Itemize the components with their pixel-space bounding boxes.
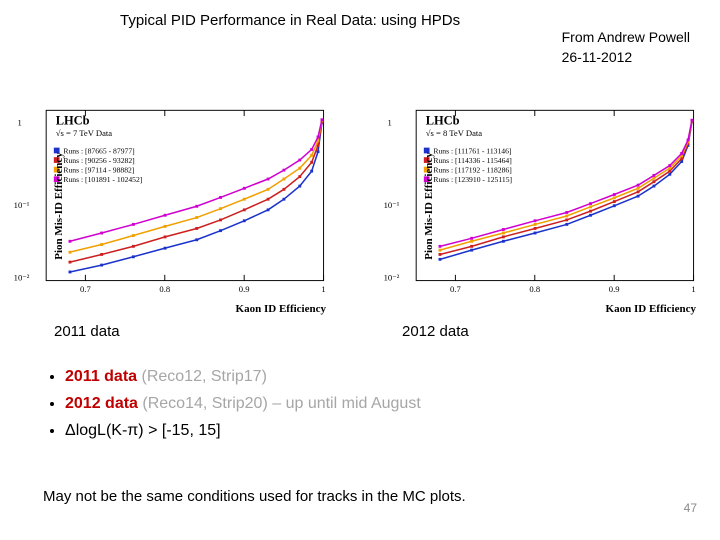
sqrt-label: √s = 8 TeV Data: [426, 128, 483, 138]
sqrt-label: √s = 7 TeV Data: [56, 128, 113, 138]
svg-text:Runs : [114336 - 115464]: Runs : [114336 - 115464]: [433, 156, 511, 165]
svg-text:10⁻²: 10⁻²: [384, 273, 400, 283]
bullet-list: 2011 data (Reco12, Strip17) 2012 data (R…: [45, 363, 421, 445]
credit-block: From Andrew Powell 26-11-2012: [562, 28, 690, 67]
y-axis-label: Pion Mis-ID Efficiency: [423, 152, 435, 260]
svg-text:1: 1: [17, 118, 21, 128]
svg-text:0.8: 0.8: [159, 284, 170, 294]
svg-text:0.7: 0.7: [80, 284, 91, 294]
experiment-label: LHCb: [56, 114, 90, 128]
slide-title: Typical PID Performance in Real Data: us…: [120, 12, 460, 29]
svg-text:0.9: 0.9: [609, 284, 620, 294]
page-number: 47: [684, 501, 697, 515]
caption-2012: 2012 data: [402, 323, 469, 340]
legend: Runs : [111761 - 113146] Runs : [114336 …: [424, 146, 512, 184]
bullet-3: ΔlogL(K-π) > [-15, 15]: [65, 417, 421, 444]
legend: Runs : [87665 - 87977] Runs : [90256 - 9…: [54, 146, 143, 184]
credit-author: From Andrew Powell: [562, 28, 690, 48]
x-axis-label: Kaon ID Efficiency: [236, 303, 326, 315]
bullet-2: 2012 data (Reco14, Strip20) – up until m…: [65, 390, 421, 417]
experiment-label: LHCb: [426, 114, 460, 128]
svg-text:0.8: 0.8: [529, 284, 540, 294]
svg-text:0.7: 0.7: [450, 284, 461, 294]
curves-left: [69, 118, 324, 273]
svg-text:10⁻²: 10⁻²: [14, 273, 30, 283]
svg-text:Runs : [117192 - 118286]: Runs : [117192 - 118286]: [433, 166, 511, 175]
curves-right: [439, 119, 694, 261]
bullet-1: 2011 data (Reco12, Strip17): [65, 363, 421, 390]
svg-text:1: 1: [691, 284, 695, 294]
y-axis-label: Pion Mis-ID Efficiency: [53, 152, 65, 260]
svg-text:Runs : [90256 - 93282]: Runs : [90256 - 93282]: [63, 156, 134, 165]
plot-2011: Pion Mis-ID Efficiency 1 10⁻¹ 10⁻² 0.7 0.…: [6, 98, 336, 313]
plot-row: Pion Mis-ID Efficiency 1 10⁻¹ 10⁻² 0.7 0.…: [6, 98, 706, 313]
svg-text:Runs : [123910 - 125115]: Runs : [123910 - 125115]: [433, 175, 512, 184]
svg-text:0.9: 0.9: [239, 284, 250, 294]
svg-text:Runs : [87665 - 87977]: Runs : [87665 - 87977]: [63, 146, 134, 155]
svg-text:Runs : [111761 - 113146]: Runs : [111761 - 113146]: [433, 146, 511, 155]
svg-text:10⁻¹: 10⁻¹: [384, 200, 400, 210]
svg-text:1: 1: [387, 118, 391, 128]
footer-note: May not be the same conditions used for …: [43, 488, 466, 505]
plot-2012: Pion Mis-ID Efficiency 1 10⁻¹ 10⁻² 0.7 0.…: [376, 98, 706, 313]
caption-2011: 2011 data: [54, 323, 120, 340]
credit-date: 26-11-2012: [562, 48, 690, 68]
svg-text:1: 1: [321, 284, 325, 294]
svg-text:Runs : [97114 - 98882]: Runs : [97114 - 98882]: [63, 166, 134, 175]
svg-text:10⁻¹: 10⁻¹: [14, 200, 30, 210]
x-axis-label: Kaon ID Efficiency: [606, 303, 696, 315]
svg-text:Runs : [101891 - 102452]: Runs : [101891 - 102452]: [63, 175, 142, 184]
